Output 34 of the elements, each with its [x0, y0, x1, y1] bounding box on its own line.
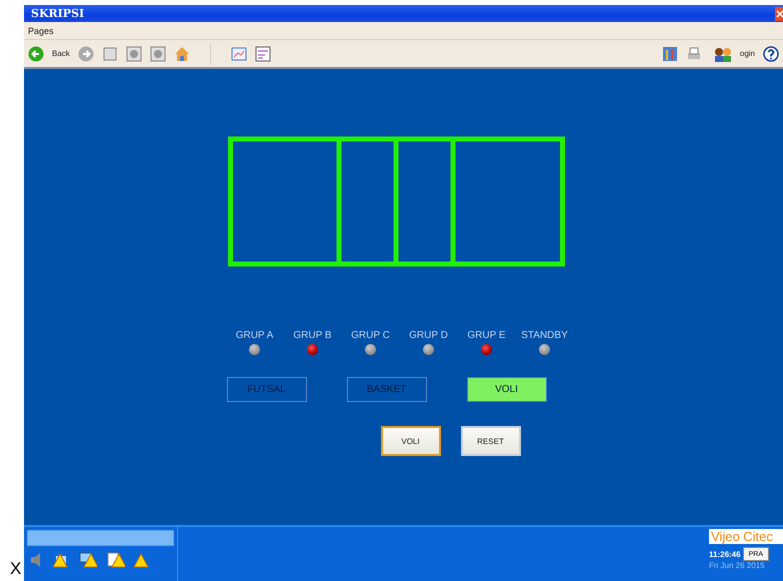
computer-warning-icon[interactable]: [77, 552, 97, 568]
chart-icon[interactable]: [254, 46, 271, 62]
printer-icon[interactable]: [686, 46, 702, 62]
login-label[interactable]: ogin: [740, 49, 755, 58]
mode-button[interactable]: VOLI: [466, 377, 546, 402]
action-button[interactable]: VOLI: [380, 426, 440, 456]
next-icon[interactable]: [150, 46, 166, 62]
margin-mark: X: [10, 559, 22, 579]
input-field[interactable]: [27, 530, 174, 546]
menu-item[interactable]: Pages: [28, 26, 54, 36]
warning-icon[interactable]: [133, 552, 149, 568]
indicator-label: GRUP D: [409, 330, 448, 341]
indicator-label: GRUP A: [236, 330, 274, 341]
close-icon[interactable]: [775, 6, 783, 20]
window-title: SKRIPSI: [31, 7, 84, 20]
document-warning-icon[interactable]: [105, 552, 125, 568]
tools-icon[interactable]: [662, 46, 678, 62]
indicator-label: GRUP E: [467, 330, 506, 341]
clock-date: Fri Jun 26 2015: [709, 561, 766, 570]
brand-label: Vijeo Citec: [709, 529, 783, 544]
clock-time: 11:26:46: [709, 550, 741, 558]
indicator-label: GRUP C: [351, 330, 390, 341]
back-icon[interactable]: [28, 46, 44, 62]
page-icon[interactable]: [102, 46, 118, 62]
back-label[interactable]: Back: [52, 49, 70, 58]
action-button[interactable]: RESET: [460, 426, 520, 456]
trend-icon[interactable]: [230, 46, 247, 62]
forward-icon[interactable]: [78, 46, 94, 62]
home-icon[interactable]: [174, 46, 190, 62]
indicator-label: GRUP B: [293, 330, 332, 341]
help-icon[interactable]: [763, 46, 779, 62]
previous-icon[interactable]: [126, 46, 142, 62]
trash-warning-icon[interactable]: [53, 552, 69, 568]
indicator-label: STANDBY: [521, 330, 568, 341]
